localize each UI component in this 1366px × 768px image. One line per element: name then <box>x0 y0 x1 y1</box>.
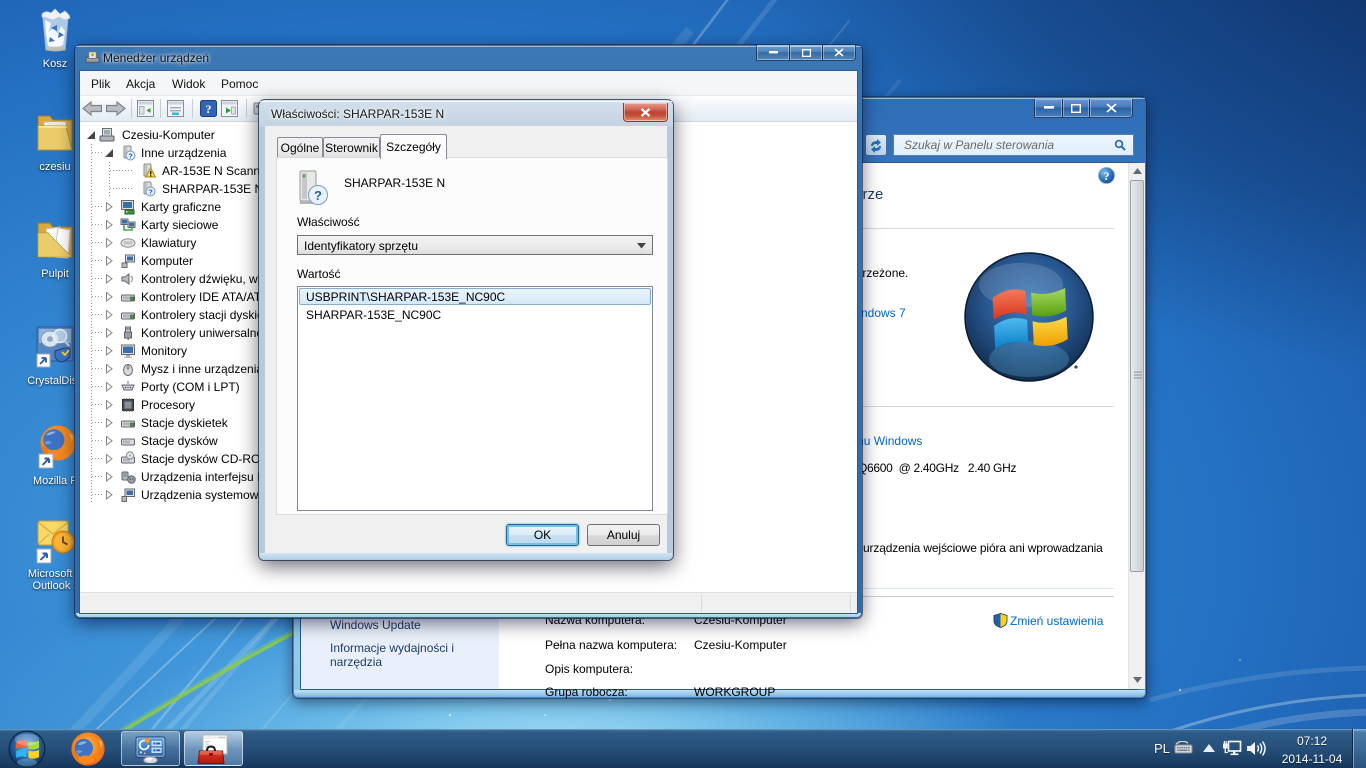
svg-text:?: ? <box>1104 169 1110 183</box>
svg-text:?: ? <box>314 188 322 203</box>
svg-text:?: ? <box>206 102 212 116</box>
svg-text:?: ? <box>148 187 153 196</box>
svg-text:?: ? <box>128 151 133 160</box>
